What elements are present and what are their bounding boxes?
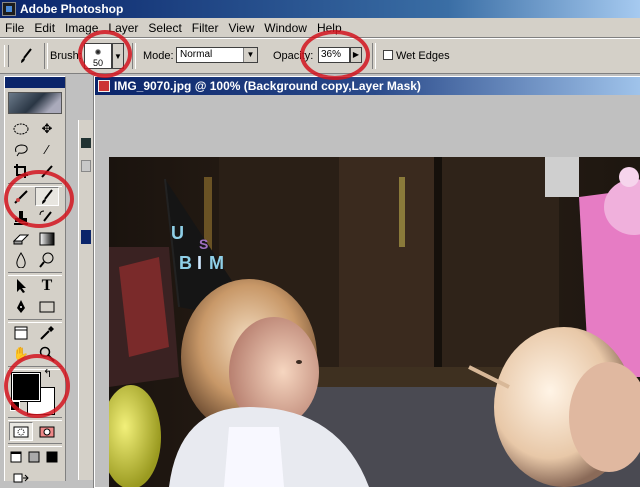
toolbox-title-bar[interactable] (5, 77, 65, 88)
wet-edges-label: Wet Edges (396, 50, 450, 62)
app-title: Adobe Photoshop (20, 2, 124, 16)
document-title-bar[interactable]: IMG_9070.jpg @ 100% (Background copy,Lay… (95, 77, 640, 95)
brush-dropdown-arrow[interactable]: ▼ (112, 43, 124, 69)
toolbox-separator (8, 366, 62, 370)
quick-mask-icon[interactable] (35, 422, 59, 441)
menu-file[interactable]: File (0, 21, 29, 35)
dodge-icon[interactable] (35, 250, 59, 269)
jump-to-imageready-icon[interactable] (9, 468, 33, 487)
opacity-input[interactable]: 36% (318, 47, 350, 63)
brush-picker[interactable]: 50 (84, 43, 112, 69)
default-colors-icon[interactable] (10, 401, 20, 411)
palette-tab[interactable] (81, 160, 91, 172)
zoom-icon[interactable] (35, 344, 59, 363)
full-screen-menu-icon[interactable] (25, 447, 43, 466)
mode-value: Normal (180, 49, 213, 60)
notes-icon[interactable] (9, 323, 33, 342)
menu-bar: File Edit Image Layer Select Filter View… (0, 18, 640, 38)
brush-icon[interactable] (14, 45, 38, 67)
magic-wand-icon[interactable]: ⁄ (35, 140, 59, 159)
move-icon[interactable]: ✥ (35, 119, 59, 138)
photoshop-icon[interactable] (2, 2, 16, 16)
healing-brush-icon[interactable] (9, 187, 33, 206)
brush-tool-icon[interactable] (35, 187, 59, 206)
eraser-icon[interactable] (9, 229, 33, 248)
gradient-icon[interactable] (35, 229, 59, 248)
svg-text:B: B (179, 253, 192, 273)
brush-size: 50 (92, 58, 103, 68)
wet-edges-checkbox[interactable] (383, 50, 393, 60)
opacity-label: Opacity: (273, 50, 314, 62)
full-screen-icon[interactable] (43, 447, 61, 466)
menu-layer[interactable]: Layer (103, 21, 143, 35)
options-separator (44, 43, 48, 69)
options-bar: Brush: 50 ▼ Mode: Normal ▼ Opacity: 36% … (0, 38, 640, 74)
brush-tip-icon (95, 49, 101, 55)
photo: U S B I M (109, 157, 640, 487)
clone-stamp-icon[interactable] (9, 208, 33, 227)
mode-label: Mode: (143, 50, 174, 62)
history-brush-icon[interactable] (35, 208, 59, 227)
app-title-bar: Adobe Photoshop (0, 0, 640, 18)
palette-icon[interactable] (81, 138, 91, 148)
blur-icon[interactable] (9, 250, 33, 269)
document-title: IMG_9070.jpg @ 100% (Background copy,Lay… (114, 79, 421, 93)
rectangle-icon[interactable] (35, 297, 59, 316)
options-separator (132, 43, 136, 69)
standard-mode-icon[interactable] (9, 422, 33, 441)
menu-filter[interactable]: Filter (187, 21, 224, 35)
menu-image[interactable]: Image (60, 21, 103, 35)
type-icon[interactable]: T (35, 276, 59, 295)
standard-screen-icon[interactable] (7, 447, 25, 466)
menu-edit[interactable]: Edit (29, 21, 60, 35)
lasso-icon[interactable] (9, 140, 33, 159)
options-separator (372, 43, 376, 69)
eyedropper-icon[interactable] (35, 323, 59, 342)
image-canvas[interactable]: U S B I M (109, 157, 640, 487)
adobe-online-icon[interactable] (8, 92, 62, 114)
menu-window[interactable]: Window (259, 21, 312, 35)
mode-select[interactable]: Normal ▼ (176, 47, 258, 63)
menu-help[interactable]: Help (312, 21, 347, 35)
palette-title-bar[interactable] (81, 230, 91, 244)
toolbox: ✥ ⁄ T ✋ ↰ (4, 76, 66, 482)
slice-icon[interactable] (35, 161, 59, 180)
path-selection-icon[interactable] (9, 276, 33, 295)
svg-text:S: S (199, 236, 208, 252)
hand-icon[interactable]: ✋ (9, 344, 33, 363)
menu-select[interactable]: Select (143, 21, 186, 35)
crop-icon[interactable] (9, 161, 33, 180)
toolbox-separator (8, 417, 62, 421)
svg-text:U: U (171, 223, 184, 243)
options-grip[interactable] (4, 45, 9, 67)
opacity-slider-arrow[interactable]: ▶ (350, 47, 362, 63)
document-icon[interactable] (98, 80, 110, 92)
marquee-icon[interactable] (9, 119, 33, 138)
menu-view[interactable]: View (223, 21, 259, 35)
svg-text:I: I (197, 253, 202, 273)
chevron-down-icon[interactable]: ▼ (243, 48, 257, 62)
brush-label: Brush: (50, 50, 82, 62)
foreground-color-swatch[interactable] (11, 372, 41, 402)
swap-colors-icon[interactable]: ↰ (43, 367, 52, 380)
document-window: IMG_9070.jpg @ 100% (Background copy,Lay… (94, 76, 640, 488)
background-palette (78, 120, 94, 480)
pen-icon[interactable] (9, 297, 33, 316)
svg-text:M: M (209, 253, 224, 273)
